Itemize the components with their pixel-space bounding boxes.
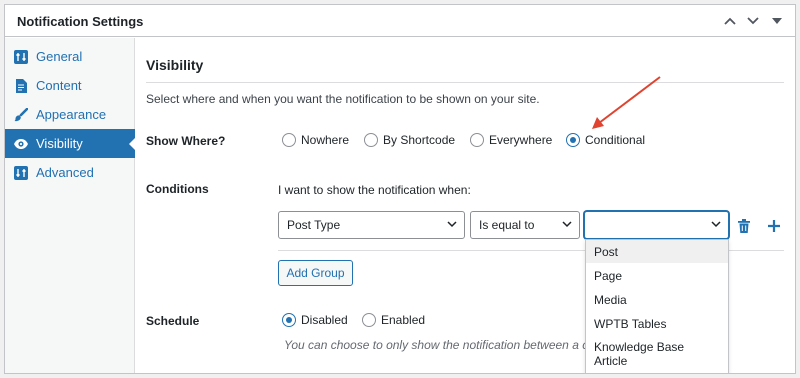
sidebar-item-appearance[interactable]: Appearance bbox=[5, 100, 135, 129]
value-dropdown-list: Post Page Media WPTB Tables Knowledge Ba… bbox=[585, 239, 729, 373]
show-where-label: Show Where? bbox=[146, 134, 226, 148]
sidebar-item-general[interactable]: General bbox=[5, 42, 135, 71]
move-up-button[interactable] bbox=[721, 12, 739, 30]
paintbrush-icon bbox=[13, 107, 29, 123]
sidebar-item-label: Visibility bbox=[36, 136, 83, 151]
visibility-settings: Visibility Select where and when you wan… bbox=[136, 38, 795, 373]
eye-icon bbox=[13, 136, 29, 152]
radio-button[interactable] bbox=[470, 133, 484, 147]
select-value: Post Type bbox=[287, 218, 341, 232]
radio-button-checked[interactable] bbox=[566, 133, 580, 147]
section-title: Visibility bbox=[146, 57, 204, 73]
radio-label: Disabled bbox=[301, 313, 348, 327]
notification-settings-panel: Notification Settings General Content Ap… bbox=[4, 4, 796, 374]
radio-nowhere[interactable]: Nowhere bbox=[282, 133, 349, 147]
dropdown-option-post[interactable]: Post bbox=[586, 240, 728, 263]
dropdown-option-wptb-tables[interactable]: WPTB Tables bbox=[586, 312, 728, 335]
select-value: Is equal to bbox=[479, 218, 535, 232]
sidebar-item-label: Appearance bbox=[36, 107, 107, 122]
dropdown-option-knowledge-base-article[interactable]: Knowledge Base Article bbox=[586, 336, 728, 373]
radio-button[interactable] bbox=[364, 133, 378, 147]
move-down-button[interactable] bbox=[744, 12, 762, 30]
toggle-panel-button[interactable] bbox=[768, 12, 786, 30]
condition-value-select[interactable] bbox=[584, 211, 729, 239]
sliders-icon bbox=[13, 165, 29, 181]
dropdown-option-page[interactable]: Page bbox=[586, 264, 728, 287]
sidebar-item-visibility[interactable]: Visibility bbox=[5, 129, 136, 158]
plus-icon bbox=[768, 220, 780, 232]
schedule-hint: You can choose to only show the notifica… bbox=[284, 338, 595, 352]
chevron-down-icon bbox=[747, 17, 759, 25]
sidebar-item-label: Content bbox=[36, 78, 82, 93]
chevron-down-icon bbox=[711, 221, 721, 228]
chevron-down-icon bbox=[562, 221, 572, 228]
trash-icon bbox=[738, 219, 750, 233]
document-icon bbox=[13, 78, 29, 94]
radio-label: Conditional bbox=[585, 133, 646, 147]
radio-conditional[interactable]: Conditional bbox=[566, 133, 645, 147]
add-condition-button[interactable] bbox=[766, 218, 782, 234]
delete-condition-button[interactable] bbox=[736, 218, 752, 234]
radio-label: Enabled bbox=[381, 313, 426, 327]
condition-operator-select[interactable]: Is equal to bbox=[470, 211, 580, 239]
caret-down-icon bbox=[772, 18, 782, 24]
section-description: Select where and when you want the notif… bbox=[146, 92, 540, 106]
radio-enabled[interactable]: Enabled bbox=[362, 313, 425, 327]
chevron-up-icon bbox=[724, 17, 736, 25]
radio-label: Nowhere bbox=[301, 133, 350, 147]
panel-header: Notification Settings bbox=[5, 5, 795, 37]
sidebar-item-advanced[interactable]: Advanced bbox=[5, 158, 135, 187]
radio-everywhere[interactable]: Everywhere bbox=[470, 133, 552, 147]
radio-button[interactable] bbox=[282, 133, 296, 147]
divider bbox=[146, 82, 784, 83]
panel-title: Notification Settings bbox=[17, 14, 144, 29]
schedule-label: Schedule bbox=[146, 314, 200, 328]
conditions-label: Conditions bbox=[146, 182, 209, 196]
radio-by-shortcode[interactable]: By Shortcode bbox=[364, 133, 455, 147]
dropdown-option-media[interactable]: Media bbox=[586, 288, 728, 311]
radio-label: Everywhere bbox=[489, 133, 553, 147]
sidebar-item-label: Advanced bbox=[36, 165, 94, 180]
radio-label: By Shortcode bbox=[383, 133, 456, 147]
radio-button[interactable] bbox=[362, 313, 376, 327]
sidebar-item-content[interactable]: Content bbox=[5, 71, 135, 100]
add-group-button[interactable]: Add Group bbox=[278, 260, 353, 286]
conditions-intro: I want to show the notification when: bbox=[278, 183, 471, 197]
settings-sidebar: General Content Appearance Visibility Ad… bbox=[5, 38, 136, 373]
radio-disabled[interactable]: Disabled bbox=[282, 313, 348, 327]
condition-field-select[interactable]: Post Type bbox=[278, 211, 465, 239]
sidebar-item-label: General bbox=[36, 49, 83, 64]
sliders-icon bbox=[13, 49, 29, 65]
radio-button-checked[interactable] bbox=[282, 313, 296, 327]
chevron-down-icon bbox=[447, 221, 457, 228]
